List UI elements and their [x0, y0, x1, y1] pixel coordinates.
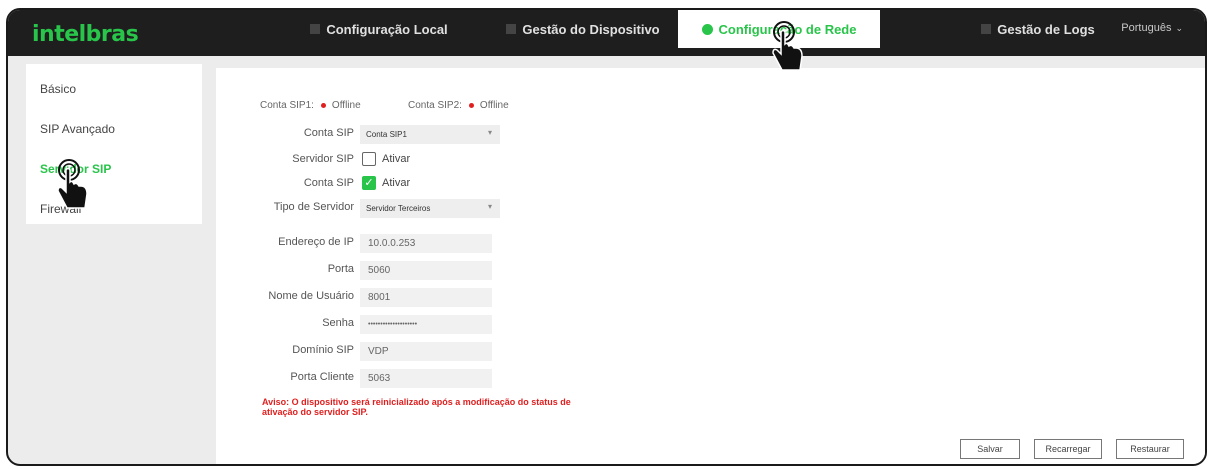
servidor-sip-label: Servidor SIP: [292, 153, 354, 165]
local-config-icon: [310, 24, 321, 34]
endereco-ip-field[interactable]: 10.0.0.253: [360, 234, 492, 253]
hand-pointer-icon: [57, 159, 88, 209]
sip2-value: Offline: [479, 100, 509, 111]
senha-field[interactable]: ••••••••••••••••••••: [360, 315, 492, 334]
senha-label: Senha: [322, 317, 354, 329]
reload-button[interactable]: Recarregar: [1034, 439, 1102, 459]
sip1-status: Conta SIP1: Offline: [260, 100, 361, 111]
tab-configuracao-local[interactable]: Configuração Local: [286, 10, 472, 48]
usuario-field[interactable]: 8001: [360, 288, 492, 307]
sidebar-item-basico[interactable]: Básico: [40, 82, 76, 96]
conta-sip-enable-label: Conta SIP: [303, 177, 354, 189]
tab-label: Gestão de Logs: [997, 21, 1095, 37]
chevron-down-icon: ⌄: [1175, 23, 1183, 33]
chevron-down-icon: ▾: [487, 128, 492, 137]
sip1-label: Conta SIP1:: [260, 100, 314, 111]
conta-sip-checkbox[interactable]: ✓: [362, 176, 376, 190]
servidor-sip-option: Ativar: [382, 153, 411, 165]
porta-cliente-field[interactable]: 5063: [360, 369, 492, 388]
sip2-label: Conta SIP2:: [408, 100, 462, 111]
tipo-servidor-value: Servidor Terceiros: [366, 204, 431, 213]
porta-cliente-label: Porta Cliente: [290, 371, 354, 383]
conta-sip-value: Conta SIP1: [366, 130, 407, 139]
tab-gestao-logs[interactable]: Gestão de Logs: [948, 10, 1128, 48]
language-selector[interactable]: Português ⌄: [1121, 22, 1183, 34]
tipo-servidor-select[interactable]: Servidor Terceiros ▾: [360, 199, 500, 218]
logs-icon: [981, 24, 992, 34]
restore-button[interactable]: Restaurar: [1116, 439, 1184, 459]
conta-sip-label: Conta SIP: [303, 127, 354, 139]
tab-label: Gestão do Dispositivo: [522, 21, 660, 37]
content-panel: Conta SIP1: Offline Conta SIP2: Offline …: [216, 68, 1205, 464]
porta-field[interactable]: 5060: [360, 261, 492, 280]
tab-label: Configuração Local: [326, 21, 448, 37]
top-navigation-bar: intelbras Configuração Local Gestão do D…: [8, 10, 1205, 56]
intelbras-logo: intelbras: [32, 22, 139, 47]
offline-indicator-icon: [320, 103, 326, 108]
sidebar-item-sip-avancado[interactable]: SIP Avançado: [40, 122, 115, 136]
chevron-down-icon: ▾: [487, 202, 492, 211]
device-management-icon: [506, 24, 517, 34]
sip2-status: Conta SIP2: Offline: [408, 100, 509, 111]
sip1-value: Offline: [331, 100, 361, 111]
language-label: Português: [1121, 22, 1172, 34]
tab-gestao-dispositivo[interactable]: Gestão do Dispositivo: [488, 10, 678, 48]
usuario-label: Nome de Usuário: [268, 290, 354, 302]
save-button[interactable]: Salvar: [960, 439, 1020, 459]
check-icon: ✓: [364, 177, 374, 189]
dominio-label: Domínio SIP: [292, 344, 354, 356]
warning-message: Aviso: O dispositivo será reinicializado…: [262, 397, 571, 417]
hand-pointer-icon: [772, 21, 803, 71]
conta-sip-select[interactable]: Conta SIP1 ▾: [360, 125, 500, 144]
app-window: intelbras Configuração Local Gestão do D…: [6, 8, 1207, 466]
offline-indicator-icon: [468, 103, 474, 108]
endereco-ip-label: Endereço de IP: [278, 236, 354, 248]
network-config-icon: [701, 23, 713, 35]
tipo-servidor-label: Tipo de Servidor: [273, 201, 354, 213]
servidor-sip-checkbox[interactable]: [362, 152, 376, 166]
conta-sip-enable-option: Ativar: [382, 177, 411, 189]
dominio-field[interactable]: VDP: [360, 342, 492, 361]
porta-label: Porta: [327, 263, 354, 275]
